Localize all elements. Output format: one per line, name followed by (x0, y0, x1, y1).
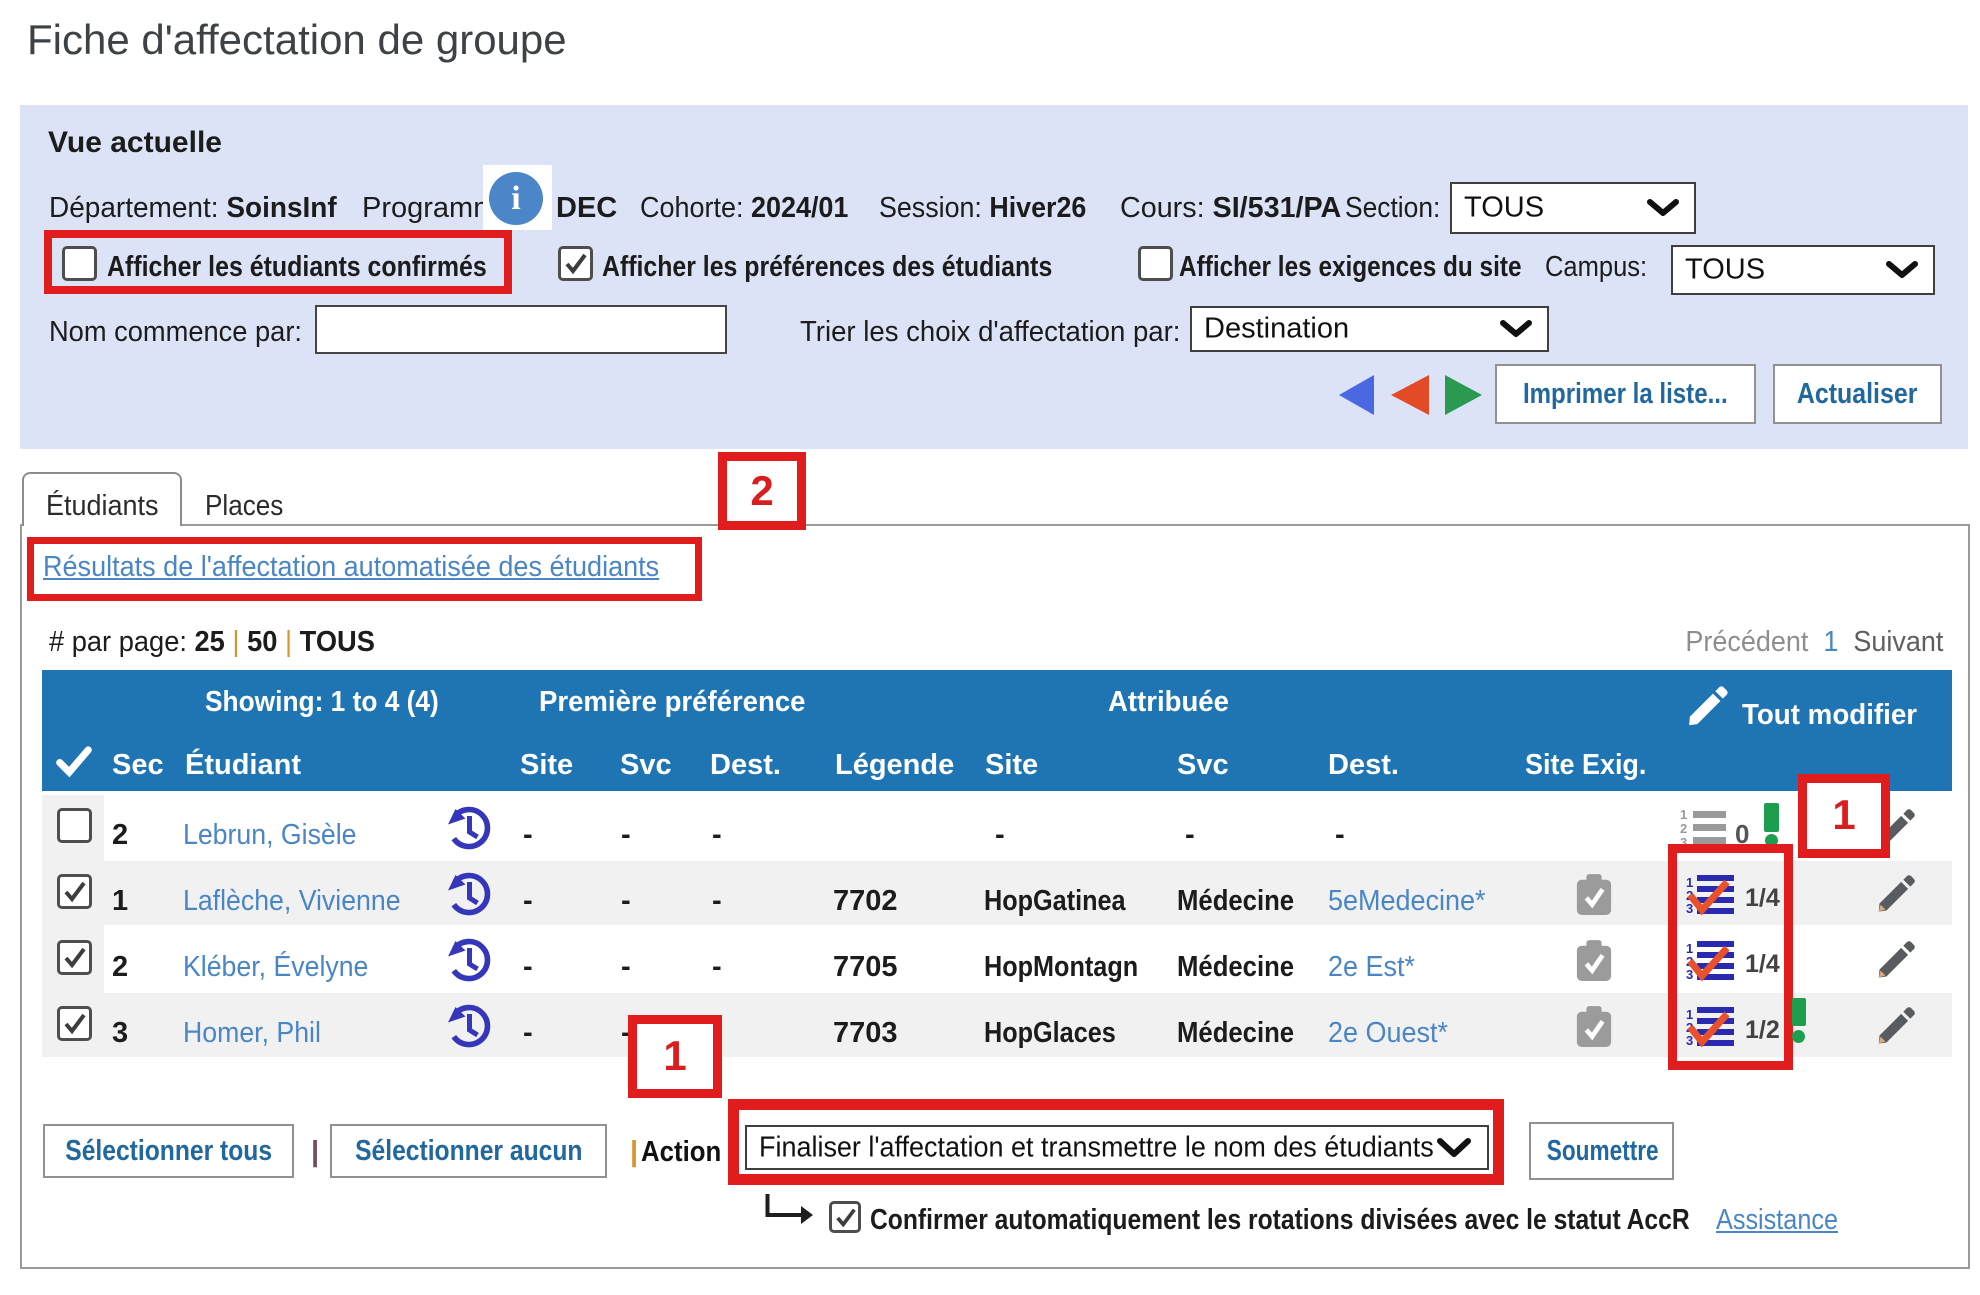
svg-text:2: 2 (1680, 821, 1687, 836)
svg-text:1: 1 (1680, 807, 1687, 822)
